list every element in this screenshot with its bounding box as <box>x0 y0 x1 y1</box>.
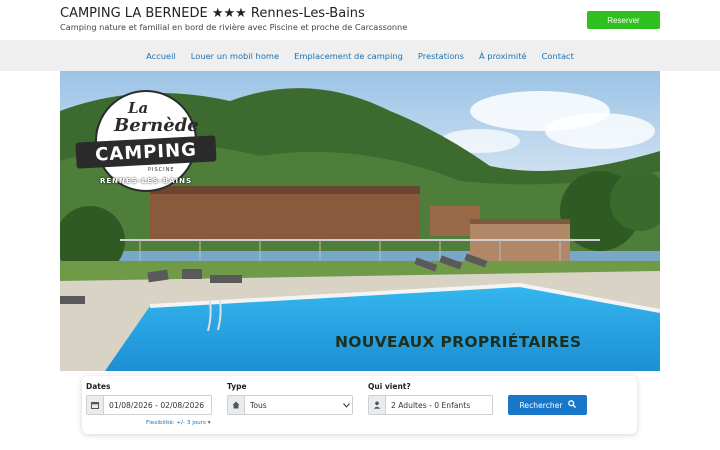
camping-logo: La Bernède CAMPING PISCINE RENNES-LES-BA… <box>70 89 220 199</box>
type-value[interactable]: Tous <box>245 396 340 414</box>
nav-item-contact[interactable]: Contact <box>534 51 581 61</box>
type-label: Type <box>227 382 247 391</box>
site-subtitle: Camping nature et familial en bord de ri… <box>60 22 408 32</box>
dates-label: Dates <box>86 382 111 391</box>
chevron-down-icon <box>340 396 352 414</box>
chevron-down-icon: ▾ <box>207 420 211 426</box>
hero-image: La Bernède CAMPING PISCINE RENNES-LES-BA… <box>60 71 660 371</box>
dates-value[interactable]: 01/08/2026 - 02/08/2026 <box>104 396 211 414</box>
reserve-button[interactable]: Reserver <box>587 11 660 29</box>
nav-item-prestations[interactable]: Prestations <box>410 51 471 61</box>
guests-field[interactable]: 2 Adultes - 0 Enfants <box>368 395 493 415</box>
flexibility-dropdown[interactable]: Flexibilité: +/- 3 jours ▾ <box>146 420 211 426</box>
home-icon <box>228 396 245 414</box>
site-title[interactable]: CAMPING LA BERNEDE ★★★ Rennes-Les-Bains <box>60 6 365 21</box>
nav-item-emplacement[interactable]: Emplacement de camping <box>287 51 411 61</box>
nav-item-accueil[interactable]: Accueil <box>139 51 184 61</box>
search-icon <box>567 400 576 410</box>
site-header: CAMPING LA BERNEDE ★★★ Rennes-Les-Bains … <box>0 0 720 40</box>
search-button-label[interactable]: Rechercher <box>519 401 562 410</box>
type-select[interactable]: Tous <box>227 395 353 415</box>
search-button[interactable]: Rechercher <box>508 395 587 415</box>
logo-piscine-text: PISCINE <box>148 167 175 173</box>
main-nav: Accueil Louer un mobil home Emplacement … <box>0 40 720 71</box>
user-icon <box>369 396 386 414</box>
flexibility-text[interactable]: Flexibilité: +/- 3 jours <box>146 420 206 426</box>
nav-item-louer[interactable]: Louer un mobil home <box>183 51 286 61</box>
booking-search-panel: Dates 01/08/2026 - 02/08/2026 Flexibilit… <box>82 376 637 434</box>
guests-value[interactable]: 2 Adultes - 0 Enfants <box>386 396 492 414</box>
logo-town-text: RENNES-LES-BAINS <box>100 177 193 185</box>
calendar-icon <box>87 396 104 414</box>
logo-bernede-text: Bernède <box>114 115 199 136</box>
guests-label: Qui vient? <box>368 382 411 391</box>
hero-banner-text: NOUVEAUX PROPRIÉTAIRES <box>335 333 582 351</box>
nav-item-proximite[interactable]: À proximité <box>471 51 534 61</box>
dates-field[interactable]: 01/08/2026 - 02/08/2026 <box>86 395 212 415</box>
